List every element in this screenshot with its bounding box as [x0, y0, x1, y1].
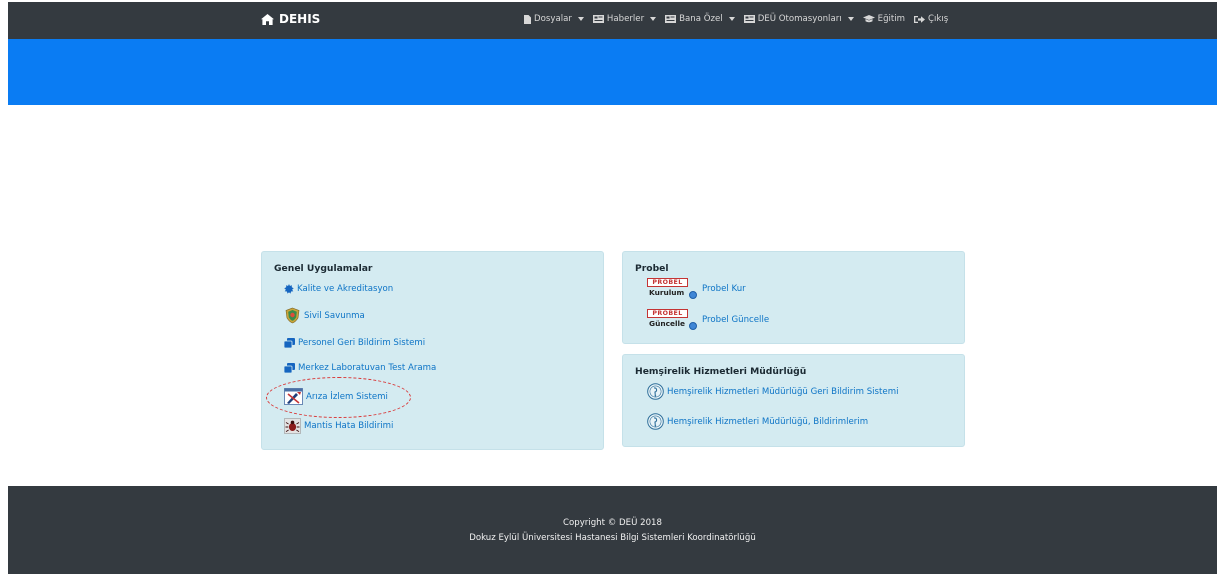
hemsirelik-card: Hemşirelik Hizmetleri Müdürlüğü Hemşirel…	[622, 354, 965, 447]
probel-guncelle-logo-icon: PROBEL Güncelle	[647, 309, 699, 331]
tools-icon	[284, 388, 303, 405]
link-mantis-hata[interactable]: Mantis Hata Bildirimi	[284, 418, 393, 434]
probel-logo-subtext: Kurulum	[649, 288, 685, 297]
brand-label: DEHIS	[279, 12, 321, 26]
link-sivil-savunma[interactable]: Sivil Savunma	[284, 307, 365, 324]
genel-uygulamalar-card: Genel Uygulamalar Kalite ve Akreditasyon…	[261, 251, 604, 450]
link-label: Mantis Hata Bildirimi	[304, 421, 394, 431]
nurse-emblem-icon	[647, 383, 664, 400]
nav-label-bana-ozel: Bana Özel	[679, 14, 723, 24]
newspaper-icon	[592, 15, 604, 23]
link-label: Kalite ve Akreditasyon	[297, 284, 394, 294]
nav-item-cikis[interactable]: Çıkış	[914, 14, 948, 24]
nav-menu: Dosyalar Haberler Bana Özel DEÜ Otomasyo…	[524, 14, 948, 24]
probel-card: Probel PROBEL Kurulum Probel Kur PROBEL …	[622, 251, 965, 344]
link-label: Probel Kur	[702, 284, 746, 294]
nav-label-deu-otomasyonlari: DEÜ Otomasyonları	[757, 14, 842, 24]
nav-item-dosyalar[interactable]: Dosyalar	[524, 14, 584, 24]
probel-kurulum-logo-icon: PROBEL Kurulum	[647, 278, 699, 300]
bug-icon	[284, 418, 301, 434]
link-label: Personel Geri Bildirim Sistemi	[298, 338, 426, 348]
top-navbar: DEHIS Dosyalar Haberler Bana Özel DEÜ Ot…	[8, 2, 1217, 39]
nav-item-egitim[interactable]: Eğitim	[862, 14, 906, 24]
newspaper-icon	[665, 15, 677, 23]
link-label: Hemşirelik Hizmetleri Müdürlüğü Geri Bil…	[667, 386, 899, 397]
link-label: Hemşirelik Hizmetleri Müdürlüğü, Bildiri…	[667, 416, 869, 427]
clone-icon	[284, 363, 295, 373]
file-icon	[524, 14, 531, 24]
footer-copyright: Copyright © DEÜ 2018	[563, 518, 662, 528]
nav-label-cikis: Çıkış	[928, 14, 949, 24]
card-title-genel: Genel Uygulamalar	[274, 263, 373, 274]
chevron-down-icon	[847, 17, 854, 21]
link-probel-guncelle[interactable]: PROBEL Güncelle Probel Güncelle	[647, 309, 769, 331]
nav-label-egitim: Eğitim	[877, 14, 906, 24]
install-disc-icon	[689, 291, 697, 299]
nav-label-haberler: Haberler	[606, 14, 645, 24]
clone-icon	[284, 338, 295, 348]
card-title-probel: Probel	[635, 263, 669, 274]
chevron-down-icon	[728, 17, 735, 21]
chevron-down-icon	[577, 17, 584, 21]
card-title-hemsirelik: Hemşirelik Hizmetleri Müdürlüğü	[635, 366, 807, 377]
home-icon	[261, 13, 274, 25]
page-footer: Copyright © DEÜ 2018 Dokuz Eylül Ünivers…	[8, 486, 1217, 574]
link-probel-kur[interactable]: PROBEL Kurulum Probel Kur	[647, 278, 746, 300]
link-personel-geri-bildirim[interactable]: Personel Geri Bildirim Sistemi	[284, 338, 425, 348]
link-merkez-laboratuvan[interactable]: Merkez Laboratuvan Test Arama	[284, 363, 436, 373]
header-banner	[8, 39, 1217, 105]
link-label: Sivil Savunma	[304, 310, 365, 321]
civil-defense-emblem-icon	[285, 307, 300, 324]
probel-logo-subtext: Güncelle	[649, 319, 686, 328]
link-ariza-izlem[interactable]: Arıza İzlem Sistemi	[284, 388, 388, 405]
newspaper-icon	[743, 15, 755, 23]
nav-item-deu-otomasyonlari[interactable]: DEÜ Otomasyonları	[743, 14, 854, 24]
update-disc-icon	[689, 322, 697, 330]
probel-logo-text: PROBEL	[647, 278, 688, 287]
link-hemsirelik-geri-bildirim[interactable]: Hemşirelik Hizmetleri Müdürlüğü Geri Bil…	[647, 383, 898, 400]
link-hemsirelik-bildirimlerim[interactable]: Hemşirelik Hizmetleri Müdürlüğü, Bildiri…	[647, 413, 868, 430]
link-label: Probel Güncelle	[702, 315, 770, 325]
nav-label-dosyalar: Dosyalar	[534, 14, 572, 24]
link-label: Arıza İzlem Sistemi	[306, 391, 388, 402]
brand-link[interactable]: DEHIS	[261, 12, 320, 26]
nav-item-haberler[interactable]: Haberler	[592, 14, 657, 24]
sign-out-icon	[914, 15, 926, 23]
nav-item-bana-ozel[interactable]: Bana Özel	[665, 14, 735, 24]
certificate-icon	[284, 284, 294, 294]
footer-organization: Dokuz Eylül Üniversitesi Hastanesi Bilgi…	[469, 533, 756, 543]
link-label: Merkez Laboratuvan Test Arama	[298, 363, 437, 373]
probel-logo-text: PROBEL	[647, 309, 688, 318]
graduation-cap-icon	[862, 15, 875, 23]
nurse-emblem-icon	[647, 413, 664, 430]
chevron-down-icon	[650, 17, 657, 21]
link-kalite-akreditasyon[interactable]: Kalite ve Akreditasyon	[284, 284, 393, 294]
